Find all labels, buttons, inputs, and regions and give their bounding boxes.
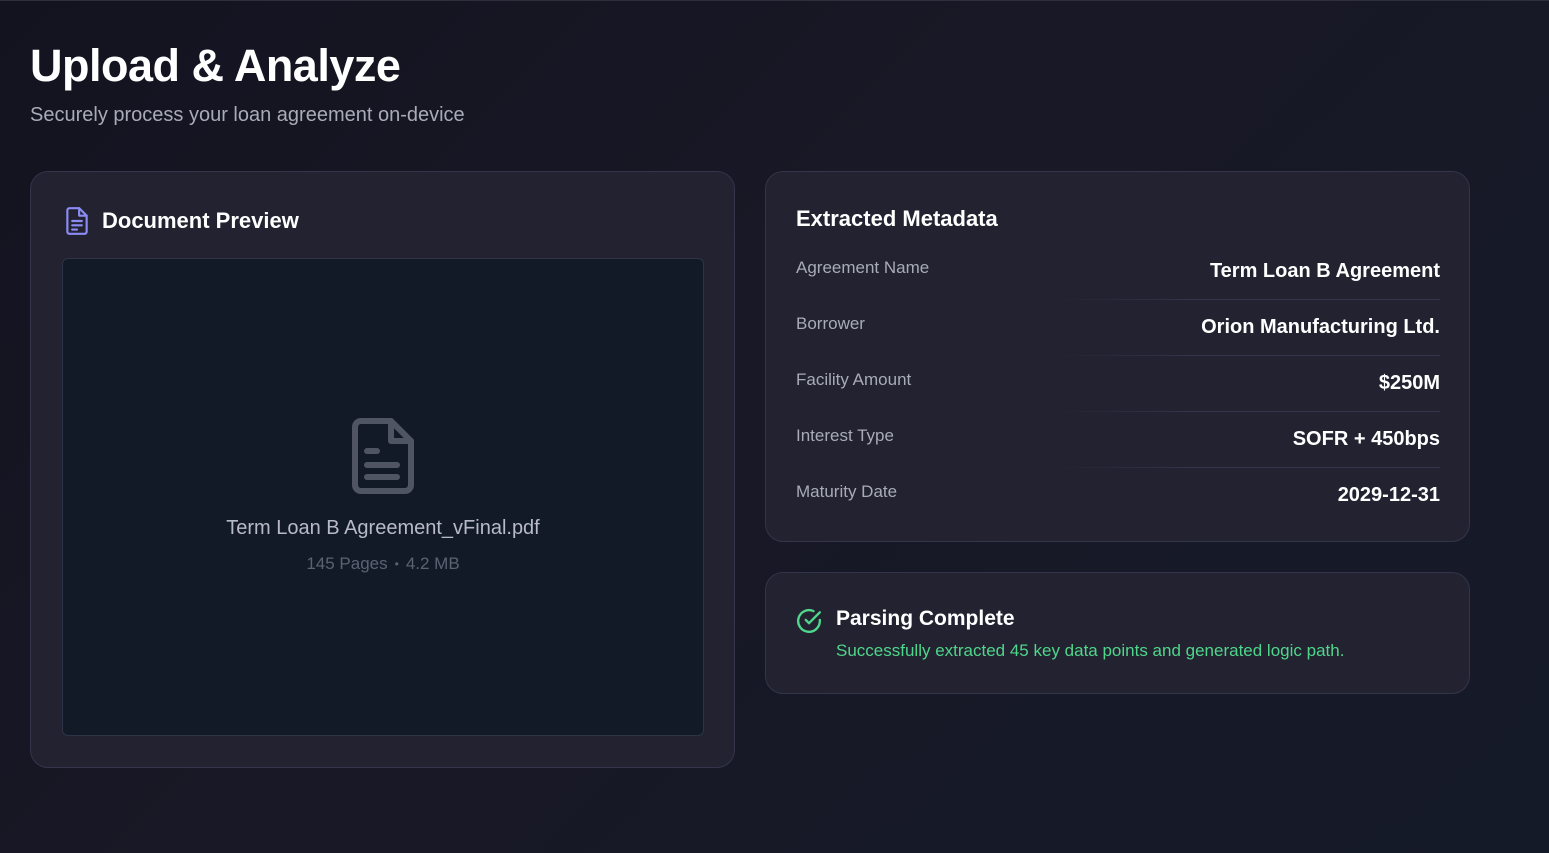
file-details: 145 Pages • 4.2 MB xyxy=(306,554,459,574)
metadata-row-interest-type: Interest Type SOFR + 450bps xyxy=(796,412,1440,468)
document-preview-area[interactable]: Term Loan B Agreement_vFinal.pdf 145 Pag… xyxy=(62,258,704,736)
extracted-metadata-title: Extracted Metadata xyxy=(796,206,998,231)
file-page-count: 145 Pages xyxy=(306,554,388,573)
extracted-metadata-card: Extracted Metadata Agreement Name Term L… xyxy=(765,171,1470,542)
document-preview-header: Document Preview xyxy=(64,206,299,236)
metadata-row-facility-amount: Facility Amount $250M xyxy=(796,356,1440,412)
document-preview-card: Document Preview Term Loan B Agreement_v… xyxy=(30,171,735,768)
metadata-value: $250M xyxy=(1378,372,1440,394)
metadata-label: Maturity Date xyxy=(796,482,898,501)
metadata-label: Facility Amount xyxy=(796,370,912,389)
file-text-icon xyxy=(351,417,415,495)
check-circle-icon xyxy=(796,608,822,634)
file-name: Term Loan B Agreement_vFinal.pdf xyxy=(226,517,540,539)
metadata-label: Agreement Name xyxy=(796,258,930,277)
metadata-row-agreement-name: Agreement Name Term Loan B Agreement xyxy=(796,244,1440,300)
file-size: 4.2 MB xyxy=(405,554,460,573)
metadata-list: Agreement Name Term Loan B Agreement Bor… xyxy=(796,244,1440,524)
page-title: Upload & Analyze xyxy=(30,40,401,91)
page-subtitle: Securely process your loan agreement on-… xyxy=(30,104,465,126)
metadata-label: Interest Type xyxy=(796,426,894,445)
document-icon xyxy=(64,206,90,236)
metadata-label: Borrower xyxy=(796,314,865,333)
separator-dot: • xyxy=(394,557,399,571)
metadata-value: Term Loan B Agreement xyxy=(1209,260,1440,282)
metadata-row-borrower: Borrower Orion Manufacturing Ltd. xyxy=(796,300,1440,356)
status-title: Parsing Complete xyxy=(836,607,1015,630)
status-description: Successfully extracted 45 key data point… xyxy=(836,641,1345,660)
page-header: Upload & Analyze Securely process your l… xyxy=(30,39,465,127)
document-preview-title: Document Preview xyxy=(102,208,299,233)
metadata-row-maturity-date: Maturity Date 2029-12-31 xyxy=(796,468,1440,524)
metadata-value: 2029-12-31 xyxy=(1337,484,1440,506)
parsing-status-card: Parsing Complete Successfully extracted … xyxy=(765,572,1470,694)
metadata-value: Orion Manufacturing Ltd. xyxy=(1201,316,1440,338)
metadata-value: SOFR + 450bps xyxy=(1292,428,1440,450)
